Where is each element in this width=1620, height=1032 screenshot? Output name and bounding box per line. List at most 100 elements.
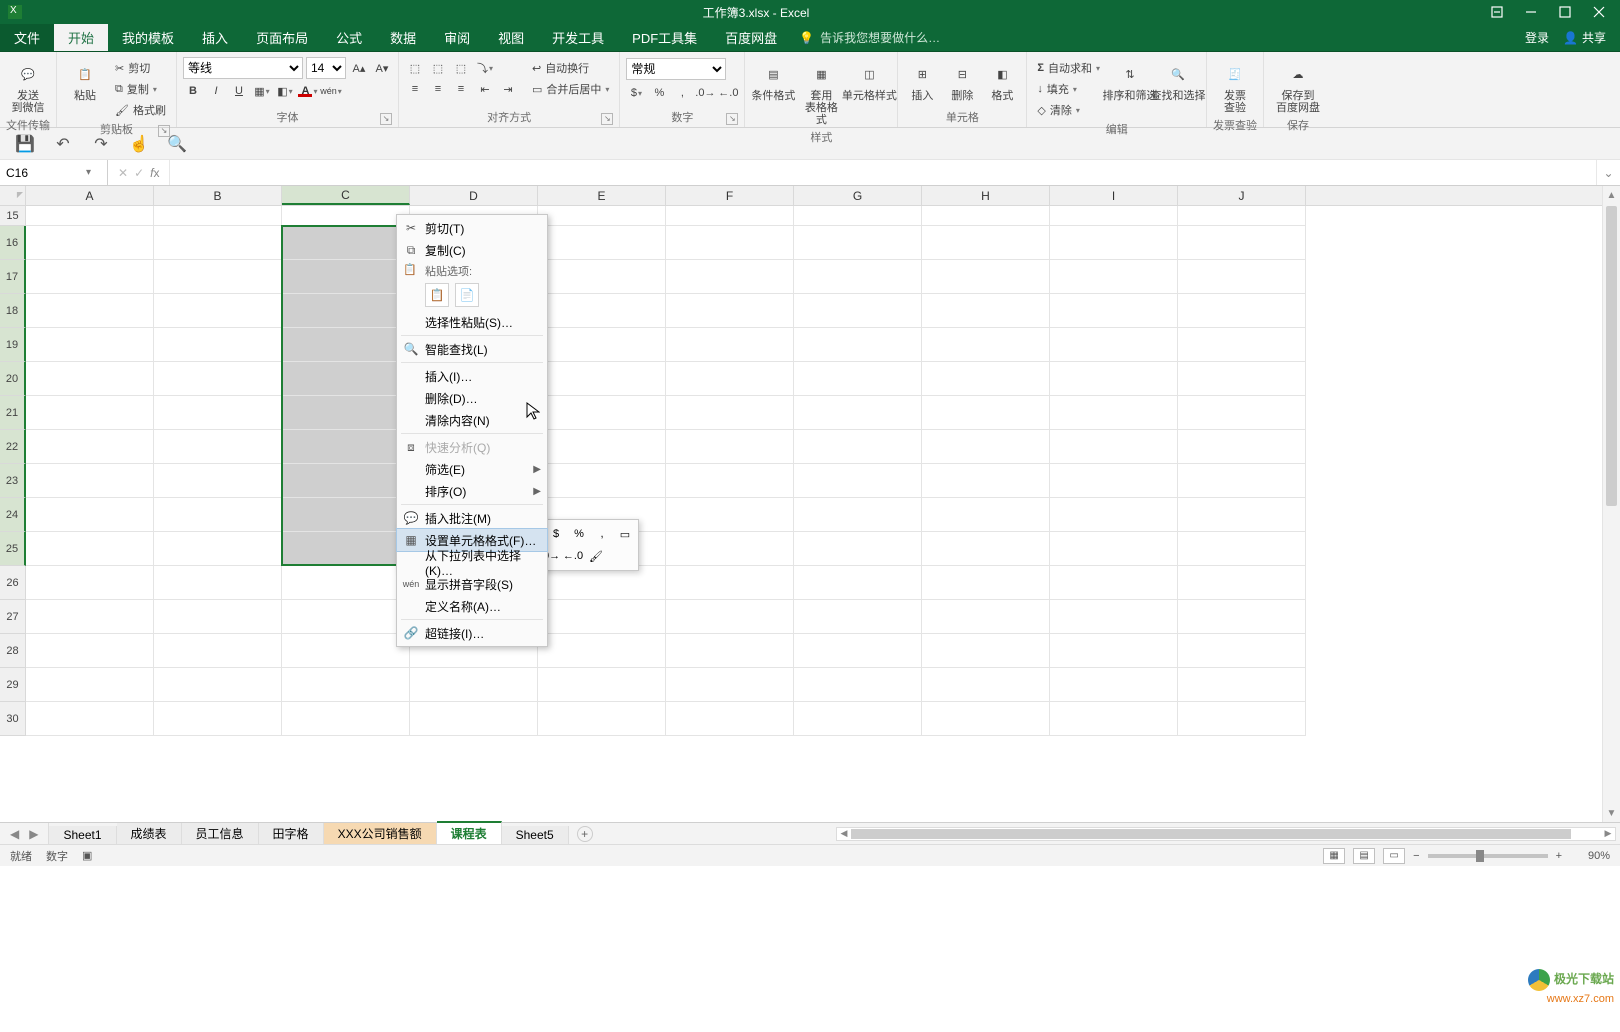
cell-F24[interactable] — [666, 498, 794, 532]
cell-G30[interactable] — [794, 702, 922, 736]
fill-color-button[interactable]: ◧ — [275, 81, 295, 101]
save-icon[interactable]: 💾 — [14, 133, 36, 155]
decrease-decimal-icon[interactable]: ←.0 — [718, 83, 738, 103]
cell-J27[interactable] — [1178, 600, 1306, 634]
row-28[interactable]: 28 — [0, 634, 26, 668]
cell-G28[interactable] — [794, 634, 922, 668]
invoice-check-button[interactable]: 🧾发票 查验 — [1213, 58, 1257, 116]
cell-G27[interactable] — [794, 600, 922, 634]
tab-scroll-right-icon[interactable]: ▶ — [29, 827, 38, 841]
cell-F26[interactable] — [666, 566, 794, 600]
cell-B26[interactable] — [154, 566, 282, 600]
cell-I18[interactable] — [1050, 294, 1178, 328]
view-pagelayout-icon[interactable]: ▤ — [1353, 848, 1375, 864]
cell-I22[interactable] — [1050, 430, 1178, 464]
comma-button[interactable]: , — [672, 83, 692, 103]
cell-B15[interactable] — [154, 206, 282, 226]
cell-A19[interactable] — [26, 328, 154, 362]
cell-E22[interactable] — [538, 430, 666, 464]
cell-I25[interactable] — [1050, 532, 1178, 566]
ctx-insert-comment[interactable]: 💬插入批注(M) — [397, 507, 547, 529]
cell-I27[interactable] — [1050, 600, 1178, 634]
cell-J28[interactable] — [1178, 634, 1306, 668]
cell-J17[interactable] — [1178, 260, 1306, 294]
cell-A27[interactable] — [26, 600, 154, 634]
merge-center-button[interactable]: ▭合并后居中▾ — [528, 79, 613, 99]
cell-E29[interactable] — [538, 668, 666, 702]
name-box-dropdown-icon[interactable]: ▾ — [86, 167, 91, 178]
ctx-sort[interactable]: 排序(O)▶ — [397, 480, 547, 502]
row-17[interactable]: 17 — [0, 260, 26, 294]
cell-C28[interactable] — [282, 634, 410, 668]
cell-C25[interactable] — [282, 532, 410, 566]
vertical-scrollbar[interactable]: ▲ ▼ — [1602, 186, 1620, 822]
cell-E17[interactable] — [538, 260, 666, 294]
cell-C18[interactable] — [282, 294, 410, 328]
login-link[interactable]: 登录 — [1525, 29, 1549, 46]
col-F[interactable]: F — [666, 186, 794, 205]
cell-F23[interactable] — [666, 464, 794, 498]
align-top-icon[interactable]: ⬚ — [405, 58, 425, 78]
cancel-formula-icon[interactable]: ✕ — [118, 166, 128, 180]
cell-H21[interactable] — [922, 396, 1050, 430]
cell-I19[interactable] — [1050, 328, 1178, 362]
cell-H26[interactable] — [922, 566, 1050, 600]
font-color-button[interactable]: A — [298, 81, 318, 101]
col-J[interactable]: J — [1178, 186, 1306, 205]
tab-pagelayout[interactable]: 页面布局 — [242, 24, 322, 51]
cell-G19[interactable] — [794, 328, 922, 362]
sheet-tab-1[interactable]: 成绩表 — [117, 823, 182, 844]
zoom-slider[interactable] — [1428, 854, 1548, 858]
row-20[interactable]: 20 — [0, 362, 26, 396]
cell-J25[interactable] — [1178, 532, 1306, 566]
cell-I16[interactable] — [1050, 226, 1178, 260]
row-23[interactable]: 23 — [0, 464, 26, 498]
cell-C29[interactable] — [282, 668, 410, 702]
row-25[interactable]: 25 — [0, 532, 26, 566]
cell-D29[interactable] — [410, 668, 538, 702]
scroll-up-icon[interactable]: ▲ — [1603, 186, 1620, 204]
cell-G23[interactable] — [794, 464, 922, 498]
row-27[interactable]: 27 — [0, 600, 26, 634]
mini-dec-decimal-icon[interactable]: ←.0 — [563, 546, 583, 566]
cell-A16[interactable] — [26, 226, 154, 260]
cell-F16[interactable] — [666, 226, 794, 260]
cell-A15[interactable] — [26, 206, 154, 226]
format-as-table-button[interactable]: ▦套用 表格格式 — [799, 58, 843, 128]
cell-A30[interactable] — [26, 702, 154, 736]
clear-button[interactable]: ◇清除▾ — [1033, 100, 1104, 120]
tell-me[interactable]: 💡 告诉我您想要做什么… — [791, 24, 948, 51]
cell-H22[interactable] — [922, 430, 1050, 464]
ctx-pick-from-list[interactable]: 从下拉列表中选择(K)… — [397, 551, 547, 573]
cell-C19[interactable] — [282, 328, 410, 362]
ctx-cut[interactable]: ✂剪切(T) — [397, 217, 547, 239]
formula-input[interactable] — [176, 165, 1590, 180]
sheet-tab-6[interactable]: Sheet5 — [502, 826, 569, 844]
cell-J30[interactable] — [1178, 702, 1306, 736]
cell-A18[interactable] — [26, 294, 154, 328]
number-launcher-icon[interactable]: ↘ — [726, 113, 738, 125]
zoom-knob[interactable] — [1476, 850, 1484, 862]
format-painter-button[interactable]: 🖌格式刷 — [111, 100, 170, 120]
cell-G15[interactable] — [794, 206, 922, 226]
cell-I21[interactable] — [1050, 396, 1178, 430]
ctx-define-name[interactable]: 定义名称(A)… — [397, 595, 547, 617]
cell-H18[interactable] — [922, 294, 1050, 328]
name-box-input[interactable] — [6, 166, 86, 180]
cell-J19[interactable] — [1178, 328, 1306, 362]
row-26[interactable]: 26 — [0, 566, 26, 600]
cell-C20[interactable] — [282, 362, 410, 396]
tab-baidu[interactable]: 百度网盘 — [711, 24, 791, 51]
cell-B23[interactable] — [154, 464, 282, 498]
cell-styles-button[interactable]: ◫单元格样式 — [847, 58, 891, 104]
cell-J20[interactable] — [1178, 362, 1306, 396]
cell-E28[interactable] — [538, 634, 666, 668]
align-center-icon[interactable]: ≡ — [428, 79, 448, 99]
cell-C16[interactable] — [282, 226, 410, 260]
col-G[interactable]: G — [794, 186, 922, 205]
format-cells-button[interactable]: ◧格式 — [984, 58, 1020, 104]
cell-C27[interactable] — [282, 600, 410, 634]
cell-F27[interactable] — [666, 600, 794, 634]
cell-I15[interactable] — [1050, 206, 1178, 226]
cell-A24[interactable] — [26, 498, 154, 532]
